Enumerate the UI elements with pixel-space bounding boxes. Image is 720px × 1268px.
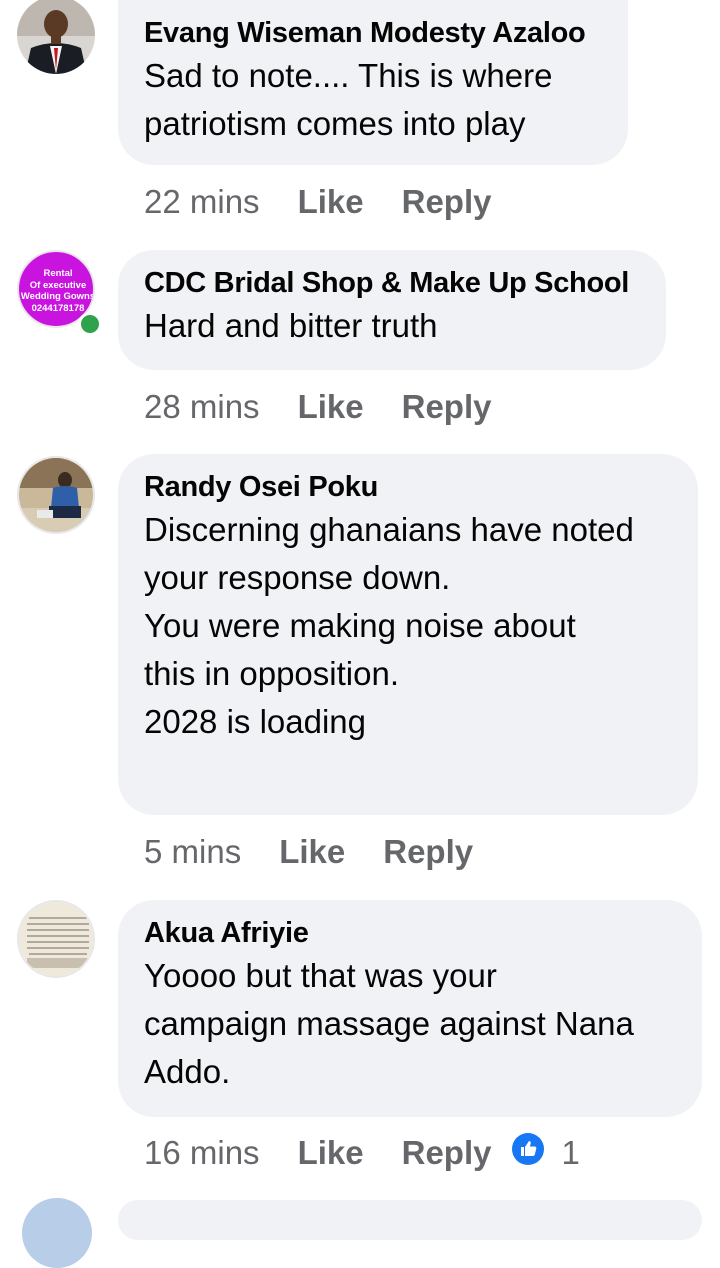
comment-text-line: Sad to note.... This is where	[144, 57, 553, 94]
like-button[interactable]: Like	[298, 1134, 364, 1172]
comment-author[interactable]: Randy Osei Poku	[144, 468, 672, 506]
avatar-text: Of executive	[29, 279, 87, 291]
avatar[interactable]	[17, 0, 95, 74]
next-comment-bubble-partial	[118, 1200, 702, 1240]
comment-bubble: Evang Wiseman Modesty Azaloo Sad to note…	[118, 0, 628, 165]
like-button[interactable]: Like	[298, 388, 364, 426]
reply-button[interactable]: Reply	[383, 833, 473, 871]
comment-timestamp[interactable]: 5 mins	[144, 833, 241, 871]
avatar[interactable]	[17, 456, 95, 534]
comment-timestamp[interactable]: 22 mins	[144, 183, 260, 221]
comment-text-line: Discerning ghanaians have noted	[144, 511, 634, 548]
reaction-count: 1	[561, 1134, 580, 1171]
comment-text-line: Addo.	[144, 1053, 231, 1090]
online-status-dot	[78, 312, 102, 336]
comment-text-line: patriotism comes into play	[144, 105, 526, 142]
comment-text-line: campaign massage against Nana	[144, 1005, 634, 1042]
comment-text-line: Hard and bitter truth	[144, 307, 438, 344]
comment-actions: 5 mins Like Reply	[144, 830, 511, 874]
comment-author[interactable]: Evang Wiseman Modesty Azaloo	[144, 14, 602, 52]
avatar-text: Wedding Gowns	[20, 291, 95, 302]
like-reaction-icon	[511, 1132, 545, 1174]
comment-text-line: Yoooo but that was your	[144, 957, 497, 994]
comment-text-line: your response down.	[144, 559, 451, 596]
comment-actions: 28 mins Like Reply	[144, 385, 529, 429]
comment-bubble: Akua Afriyie Yoooo but that was your cam…	[118, 900, 702, 1117]
like-button[interactable]: Like	[298, 183, 364, 221]
avatar-text: 0244178178	[31, 302, 85, 314]
comment-bubble: CDC Bridal Shop & Make Up School Hard an…	[118, 250, 666, 370]
reaction-summary[interactable]: 1	[511, 1132, 580, 1174]
next-comment-avatar-partial	[22, 1198, 92, 1268]
comment-author[interactable]: Akua Afriyie	[144, 914, 676, 952]
comment-bubble: Randy Osei Poku Discerning ghanaians hav…	[118, 454, 698, 815]
like-button[interactable]: Like	[279, 833, 345, 871]
comment-timestamp[interactable]: 16 mins	[144, 1134, 260, 1172]
comment-timestamp[interactable]: 28 mins	[144, 388, 260, 426]
comment-text-line: You were making noise about	[144, 607, 576, 644]
comment-text-line: 2028 is loading	[144, 703, 367, 740]
avatar-text: Rental	[43, 268, 73, 279]
comment-actions: 22 mins Like Reply	[144, 180, 529, 224]
avatar[interactable]	[17, 900, 95, 978]
comment-actions: 16 mins Like Reply 1	[144, 1131, 580, 1175]
reply-button[interactable]: Reply	[402, 388, 492, 426]
comment-text-line: this in opposition.	[144, 655, 399, 692]
comment-author[interactable]: CDC Bridal Shop & Make Up School	[144, 264, 640, 302]
reply-button[interactable]: Reply	[402, 183, 492, 221]
reply-button[interactable]: Reply	[402, 1134, 492, 1172]
